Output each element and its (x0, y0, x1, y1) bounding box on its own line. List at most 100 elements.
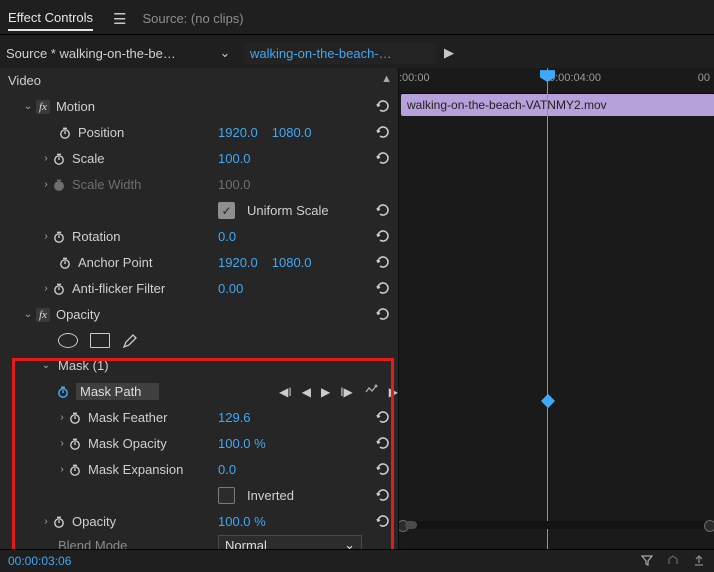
twirl-expansion[interactable]: › (56, 464, 68, 475)
antiflicker-value[interactable]: 0.00 (218, 281, 243, 296)
mask-title[interactable]: Mask (1) (58, 358, 109, 373)
prop-position: Position (78, 125, 124, 140)
scroll-thumb[interactable] (405, 521, 417, 529)
export-icon[interactable] (692, 553, 706, 570)
anchor-x[interactable]: 1920.0 (218, 255, 258, 270)
source-dropdown-chevron-icon[interactable]: ⌄ (212, 42, 238, 64)
timeline-ruler[interactable]: :00:00 0:00:04:00 00 (399, 68, 714, 94)
reset-anchor[interactable] (374, 253, 392, 274)
timecode[interactable]: 00:00:03:06 (8, 554, 71, 568)
position-y[interactable]: 1080.0 (272, 125, 312, 140)
stopwatch-maskopacity[interactable] (68, 437, 82, 451)
filter-icon[interactable] (640, 553, 654, 570)
prop-blend-mode: Blend Mode (58, 538, 127, 550)
prop-opacity: Opacity (72, 514, 116, 529)
prop-scale: Scale (72, 151, 105, 166)
stopwatch-maskpath[interactable] (56, 385, 70, 399)
reset-mask-opacity[interactable] (374, 434, 392, 455)
tab-effect-controls[interactable]: Effect Controls (8, 6, 93, 31)
stopwatch-feather[interactable] (68, 411, 82, 425)
reset-position[interactable] (374, 123, 392, 144)
twirl-rotation[interactable]: › (40, 231, 52, 242)
mask-rect-icon[interactable] (90, 333, 110, 348)
chevron-down-icon: ⌄ (344, 537, 355, 549)
mask-tracking-icon[interactable] (363, 382, 379, 401)
mask-opacity-value[interactable]: 100.0 % (218, 436, 266, 451)
twirl-mask[interactable]: ⌄ (40, 360, 52, 371)
anchor-y[interactable]: 1080.0 (272, 255, 312, 270)
play-only-icon[interactable]: ▶ (442, 45, 456, 61)
keyframe-mask-path[interactable] (541, 394, 555, 408)
reset-inverted[interactable] (374, 486, 392, 507)
twirl-motion[interactable]: ⌄ (22, 101, 34, 112)
blend-mode-dropdown[interactable]: Normal ⌄ (218, 535, 362, 549)
reset-motion[interactable] (374, 97, 392, 118)
stopwatch-scale[interactable] (52, 152, 66, 166)
timeline-clip[interactable]: walking-on-the-beach-VATNMY2.mov (401, 94, 714, 116)
reset-scale[interactable] (374, 149, 392, 170)
mask-feather-value[interactable]: 129.6 (218, 410, 251, 425)
timeline-scrollbar[interactable] (399, 521, 714, 529)
timeline-area[interactable]: :00:00 0:00:04:00 00 walking-on-the-beac… (399, 68, 714, 549)
twirl-antiflicker[interactable]: › (40, 283, 52, 294)
stopwatch-opacity-val[interactable] (52, 515, 66, 529)
tick-1: 0:00:04:00 (549, 72, 601, 84)
stopwatch-antiflicker[interactable] (52, 282, 66, 296)
kf-next-icon[interactable]: I▶ (340, 385, 353, 399)
blend-mode-value: Normal (225, 538, 267, 550)
prop-mask-opacity: Mask Opacity (88, 436, 167, 451)
effect-opacity[interactable]: Opacity (56, 307, 100, 322)
source-clip-label: Source * walking-on-the-be… (6, 46, 206, 61)
kf-play-back-icon[interactable]: ◀ (302, 385, 311, 399)
mask-expansion-value[interactable]: 0.0 (218, 462, 236, 477)
mask-ellipse-icon[interactable] (58, 333, 78, 348)
opacity-value[interactable]: 100.0 % (218, 514, 266, 529)
show-only-icon[interactable] (666, 553, 680, 570)
reset-expansion[interactable] (374, 460, 392, 481)
video-header: Video (8, 73, 41, 88)
kf-play-fwd-icon[interactable]: ▶ (321, 385, 330, 399)
reset-antiflicker[interactable] (374, 279, 392, 300)
mask-pen-icon[interactable] (122, 333, 138, 349)
playhead[interactable] (547, 68, 548, 549)
stopwatch-scale-width (52, 178, 66, 192)
prop-anchor: Anchor Point (78, 255, 152, 270)
stopwatch-anchor[interactable] (58, 256, 72, 270)
fx-badge-motion[interactable]: fx (36, 100, 50, 114)
mask-track-fwd-icon[interactable]: ▶ (389, 385, 398, 399)
sequence-dropdown[interactable]: walking-on-the-beach-… (244, 42, 436, 64)
panel-menu-icon[interactable]: ☰ (109, 10, 126, 28)
twirl-feather[interactable]: › (56, 412, 68, 423)
tick-2: 00 (698, 72, 710, 84)
prop-mask-expansion: Mask Expansion (88, 462, 183, 477)
label-inverted: Inverted (247, 488, 294, 503)
twirl-opacity-val[interactable]: › (40, 516, 52, 527)
checkbox-inverted[interactable] (218, 487, 235, 504)
tick-0: :00:00 (399, 72, 430, 84)
reset-opacity-fx[interactable] (374, 305, 392, 326)
twirl-scale[interactable]: › (40, 153, 52, 164)
stopwatch-expansion[interactable] (68, 463, 82, 477)
twirl-opacity[interactable]: ⌄ (22, 309, 34, 320)
scale-value[interactable]: 100.0 (218, 151, 251, 166)
reset-uniform[interactable] (374, 201, 392, 222)
stopwatch-rotation[interactable] (52, 230, 66, 244)
reset-rotation[interactable] (374, 227, 392, 248)
prop-mask-feather: Mask Feather (88, 410, 167, 425)
effect-motion[interactable]: Motion (56, 99, 95, 114)
reset-opacity-val[interactable] (374, 512, 392, 533)
stopwatch-position[interactable] (58, 126, 72, 140)
fx-badge-opacity[interactable]: fx (36, 308, 50, 322)
reset-feather[interactable] (374, 408, 392, 429)
prop-mask-path[interactable]: Mask Path (76, 383, 159, 400)
collapse-up-icon[interactable]: ▲ (381, 73, 392, 85)
label-uniform-scale: Uniform Scale (247, 203, 329, 218)
kf-prev-icon[interactable]: ◀I (279, 385, 292, 399)
twirl-maskopacity[interactable]: › (56, 438, 68, 449)
checkbox-uniform-scale[interactable]: ✓ (218, 202, 235, 219)
scroll-zoom-right[interactable] (704, 520, 714, 532)
rotation-value[interactable]: 0.0 (218, 229, 236, 244)
tab-source[interactable]: Source: (no clips) (142, 7, 243, 30)
position-x[interactable]: 1920.0 (218, 125, 258, 140)
prop-scale-width: Scale Width (72, 177, 141, 192)
